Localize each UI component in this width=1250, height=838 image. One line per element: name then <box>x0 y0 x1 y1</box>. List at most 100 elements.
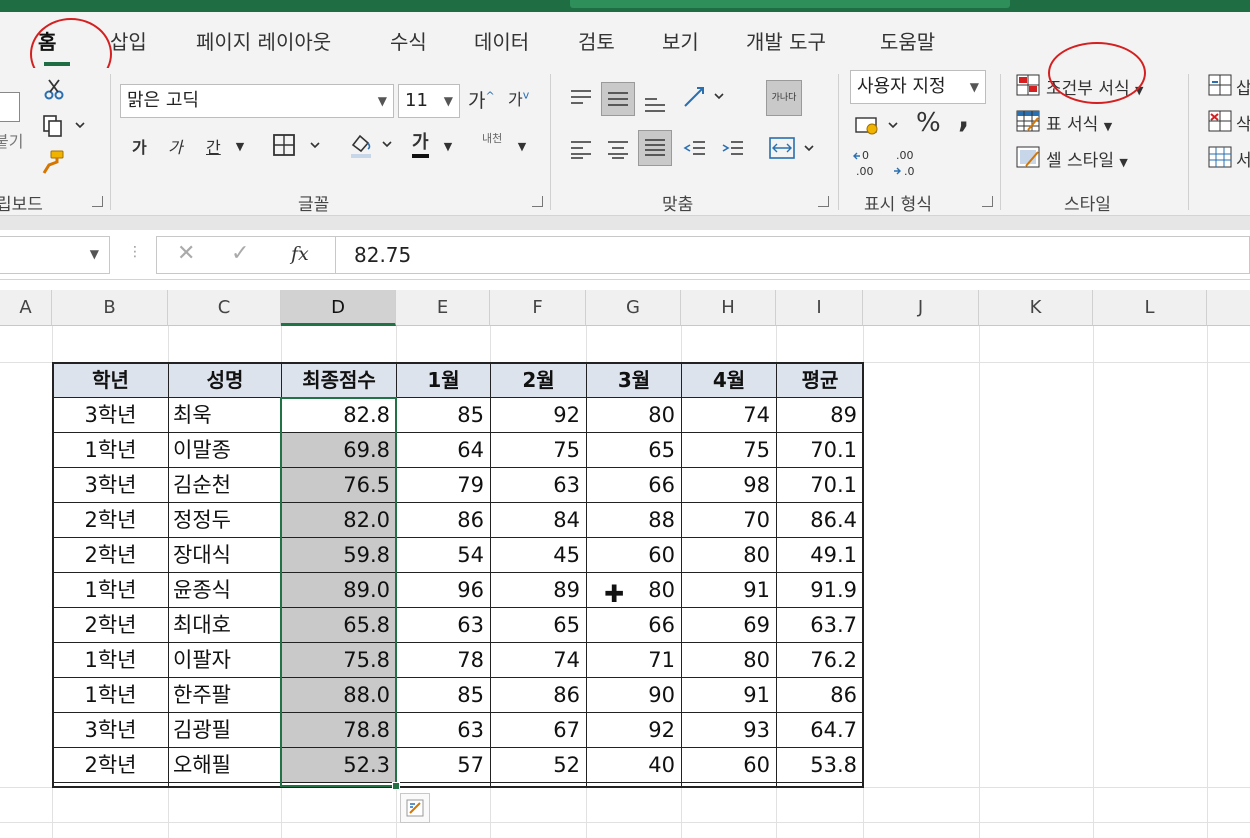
tab-insert[interactable]: 삽입 <box>110 26 147 55</box>
feb-cell[interactable]: 67 <box>491 713 586 748</box>
feb-cell[interactable]: 45 <box>491 538 586 573</box>
grade-cell[interactable]: 2학년 <box>53 538 168 573</box>
feb-cell[interactable]: 65 <box>491 608 586 643</box>
mar-cell[interactable]: 66 <box>587 468 681 503</box>
name-cell[interactable]: 김순천 <box>169 468 281 503</box>
name-cell[interactable]: 한주팔 <box>169 678 281 713</box>
tab-formulas[interactable]: 수식 <box>390 26 427 55</box>
column-header-f[interactable]: F <box>490 290 586 326</box>
grow-font-button[interactable]: 가^ <box>468 86 495 113</box>
jan-cell[interactable]: 86 <box>397 503 490 538</box>
percent-style-button[interactable]: % <box>916 108 941 138</box>
font-launcher-icon[interactable] <box>532 196 543 207</box>
jan-cell[interactable]: 78 <box>397 643 490 678</box>
chevron-down-icon[interactable]: ▼ <box>514 138 530 154</box>
apr-cell[interactable]: 91 <box>682 573 776 608</box>
jan-cell[interactable]: 96 <box>397 573 490 608</box>
conditional-format-icon[interactable] <box>1014 72 1042 98</box>
column-header-i[interactable]: I <box>776 290 863 326</box>
jan-cell[interactable]: 85 <box>397 678 490 713</box>
align-middle-icon[interactable] <box>601 82 635 116</box>
grade-cell[interactable]: 3학년 <box>53 398 168 433</box>
table-header-final-score[interactable]: 최종점수 <box>282 363 396 398</box>
tab-data[interactable]: 데이터 <box>474 26 529 55</box>
feb-cell[interactable]: 74 <box>491 643 586 678</box>
apr-cell[interactable]: 93 <box>682 713 776 748</box>
table-header-average[interactable]: 평균 <box>777 363 863 398</box>
decrease-decimal-icon[interactable]: .00.0 <box>890 146 920 180</box>
mar-cell[interactable]: 66 <box>587 608 681 643</box>
quick-analysis-button[interactable] <box>400 793 430 823</box>
final-score-cell[interactable]: 65.8 <box>282 608 396 643</box>
mar-cell[interactable]: 60 <box>587 538 681 573</box>
table-header-feb[interactable]: 2월 <box>491 363 586 398</box>
average-cell[interactable]: 63.7 <box>777 608 863 643</box>
apr-cell[interactable]: 69 <box>682 608 776 643</box>
mar-cell[interactable]: 71 <box>587 643 681 678</box>
tab-review[interactable]: 검토 <box>578 26 615 55</box>
apr-cell[interactable]: 60 <box>682 748 776 783</box>
table-header-apr[interactable]: 4월 <box>682 363 776 398</box>
grade-cell[interactable]: 1학년 <box>53 433 168 468</box>
mar-cell[interactable]: 90 <box>587 678 681 713</box>
font-color-button[interactable]: 가 <box>412 132 429 158</box>
formula-input[interactable]: 82.75 <box>336 236 1250 274</box>
table-header-jan[interactable]: 1월 <box>397 363 490 398</box>
final-score-cell[interactable]: 75.8 <box>282 643 396 678</box>
merge-center-button[interactable] <box>766 132 822 164</box>
jan-cell[interactable]: 85 <box>397 398 490 433</box>
bold-button[interactable]: 가 <box>132 134 147 158</box>
apr-cell[interactable]: 70 <box>682 503 776 538</box>
align-bottom-icon[interactable] <box>640 88 670 118</box>
apr-cell[interactable]: 80 <box>682 538 776 573</box>
column-header-a[interactable]: A <box>0 290 52 326</box>
table-header-grade[interactable]: 학년 <box>53 363 168 398</box>
cut-icon[interactable] <box>40 76 68 104</box>
average-cell[interactable]: 86 <box>777 678 863 713</box>
column-header-j[interactable]: J <box>863 290 979 326</box>
feb-cell[interactable]: 92 <box>491 398 586 433</box>
table-header-mar[interactable]: 3월 <box>587 363 681 398</box>
cancel-icon[interactable]: ✕ <box>177 241 195 266</box>
apr-cell[interactable]: 80 <box>682 643 776 678</box>
apr-cell[interactable]: 91 <box>682 678 776 713</box>
name-box[interactable]: ▼ <box>0 236 110 274</box>
average-cell[interactable]: 86.4 <box>777 503 863 538</box>
final-score-cell[interactable]: 69.8 <box>282 433 396 468</box>
apr-cell[interactable]: 75 <box>682 433 776 468</box>
mar-cell[interactable]: 80 <box>587 398 681 433</box>
mar-cell[interactable]: 80 <box>587 573 681 608</box>
delete-cells-button[interactable]: 삭 <box>1236 110 1250 135</box>
grade-cell[interactable]: 1학년 <box>53 573 168 608</box>
format-as-table-button[interactable]: 표 서식 ▼ <box>1046 110 1112 135</box>
name-cell[interactable]: 최욱 <box>169 398 281 433</box>
delete-cells-icon[interactable] <box>1206 108 1234 134</box>
average-cell[interactable]: 70.1 <box>777 433 863 468</box>
name-cell[interactable]: 이말종 <box>169 433 281 468</box>
format-painter-icon[interactable] <box>40 148 68 176</box>
jan-cell[interactable]: 54 <box>397 538 490 573</box>
final-score-cell[interactable]: 59.8 <box>282 538 396 573</box>
average-cell[interactable]: 70.1 <box>777 468 863 503</box>
average-cell[interactable]: 91.9 <box>777 573 863 608</box>
decrease-indent-icon[interactable] <box>680 134 710 164</box>
orientation-icon[interactable] <box>680 82 730 112</box>
phonetic-button[interactable]: 내천 <box>482 130 502 146</box>
insert-function-icon[interactable]: fx <box>291 243 309 265</box>
average-cell[interactable]: 64.7 <box>777 713 863 748</box>
tab-view[interactable]: 보기 <box>662 26 699 55</box>
final-score-cell[interactable]: 88.0 <box>282 678 396 713</box>
jan-cell[interactable]: 57 <box>397 748 490 783</box>
align-top-icon[interactable] <box>566 82 596 112</box>
average-cell[interactable]: 53.8 <box>777 748 863 783</box>
final-score-cell[interactable]: 82.0 <box>282 503 396 538</box>
mar-cell[interactable]: 92 <box>587 713 681 748</box>
tab-home[interactable]: 홈 <box>38 26 56 55</box>
grade-cell[interactable]: 1학년 <box>53 678 168 713</box>
conditional-format-button[interactable]: 조건부 서식 ▼ <box>1046 74 1143 99</box>
italic-button[interactable]: 가 <box>168 134 183 158</box>
tab-developer[interactable]: 개발 도구 <box>746 26 826 55</box>
column-header-l[interactable]: L <box>1093 290 1207 326</box>
tab-page-layout[interactable]: 페이지 레이아웃 <box>196 26 331 55</box>
name-cell[interactable]: 윤종식 <box>169 573 281 608</box>
